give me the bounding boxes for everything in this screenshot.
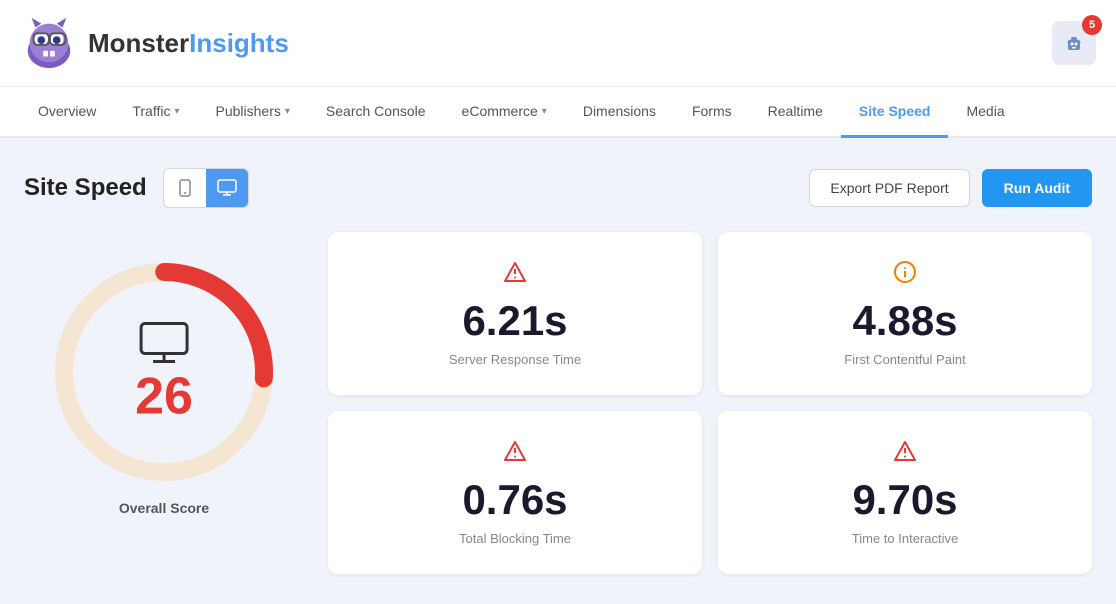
nav-item-ecommerce[interactable]: eCommerce ▾ (444, 87, 565, 138)
metric-card-tti: 9.70s Time to Interactive (718, 411, 1092, 574)
tbt-value: 0.76s (462, 477, 567, 523)
notification-button[interactable]: 5 (1052, 21, 1096, 65)
desktop-icon (217, 179, 237, 197)
nav-item-forms[interactable]: Forms (674, 87, 750, 138)
nav-item-overview[interactable]: Overview (20, 87, 114, 138)
tti-label: Time to Interactive (852, 531, 958, 546)
content-area: 26 Overall Score 6.21s Server Response T… (24, 232, 1092, 574)
alert-triangle-icon-2 (503, 439, 527, 463)
chevron-down-icon: ▾ (174, 106, 179, 117)
nav-item-search-console[interactable]: Search Console (308, 87, 444, 138)
tti-value: 9.70s (852, 477, 957, 523)
server-response-label: Server Response Time (449, 352, 581, 367)
info-circle-icon (893, 260, 917, 284)
desktop-device-button[interactable] (206, 169, 248, 207)
speed-title-group: Site Speed (24, 168, 249, 208)
fcp-value: 4.88s (852, 298, 957, 344)
gauge-score: 26 (135, 371, 193, 423)
metric-card-server-response: 6.21s Server Response Time (328, 232, 702, 395)
fcp-label: First Contentful Paint (844, 352, 965, 367)
mobile-icon (176, 179, 194, 197)
header-actions: Export PDF Report Run Audit (809, 169, 1092, 207)
device-toggle (163, 168, 249, 208)
logo-text: MonsterInsights (88, 28, 289, 59)
metrics-grid: 6.21s Server Response Time 4.88s First C… (328, 232, 1092, 574)
run-audit-button[interactable]: Run Audit (982, 169, 1092, 207)
nav-item-media[interactable]: Media (948, 87, 1022, 138)
nav-item-publishers[interactable]: Publishers ▾ (198, 87, 308, 138)
logo: MonsterInsights (20, 14, 289, 72)
metric-card-tbt: 0.76s Total Blocking Time (328, 411, 702, 574)
chevron-down-icon: ▾ (285, 106, 290, 117)
monitor-gauge-icon (139, 322, 189, 366)
alert-triangle-icon (503, 260, 527, 284)
warning-icon-3 (893, 439, 917, 469)
alert-triangle-icon-3 (893, 439, 917, 463)
notification-icon (1063, 32, 1085, 54)
gauge-wrapper: 26 (44, 252, 284, 492)
main-content: Site Speed Export PDF Rep (0, 138, 1116, 604)
warning-icon (503, 260, 527, 290)
mobile-device-button[interactable] (164, 169, 206, 207)
tbt-label: Total Blocking Time (459, 531, 571, 546)
nav-item-realtime[interactable]: Realtime (750, 87, 841, 138)
page-title: Site Speed (24, 174, 147, 202)
info-icon (893, 260, 917, 290)
nav-item-dimensions[interactable]: Dimensions (565, 87, 674, 138)
server-response-value: 6.21s (462, 298, 567, 344)
notification-badge: 5 (1082, 15, 1102, 35)
metric-card-fcp: 4.88s First Contentful Paint (718, 232, 1092, 395)
gauge-center: 26 (135, 322, 193, 423)
warning-icon-2 (503, 439, 527, 469)
nav-item-traffic[interactable]: Traffic ▾ (114, 87, 197, 138)
gauge-container: 26 Overall Score (24, 232, 304, 536)
app-header: MonsterInsights 5 (0, 0, 1116, 87)
main-nav: Overview Traffic ▾ Publishers ▾ Search C… (0, 87, 1116, 138)
gauge-label: Overall Score (119, 500, 209, 516)
nav-item-site-speed[interactable]: Site Speed (841, 87, 949, 138)
monster-logo-icon (20, 14, 78, 72)
chevron-down-icon: ▾ (542, 106, 547, 117)
header-right: 5 (1052, 21, 1096, 65)
speed-header: Site Speed Export PDF Rep (24, 168, 1092, 208)
export-pdf-button[interactable]: Export PDF Report (809, 169, 969, 207)
